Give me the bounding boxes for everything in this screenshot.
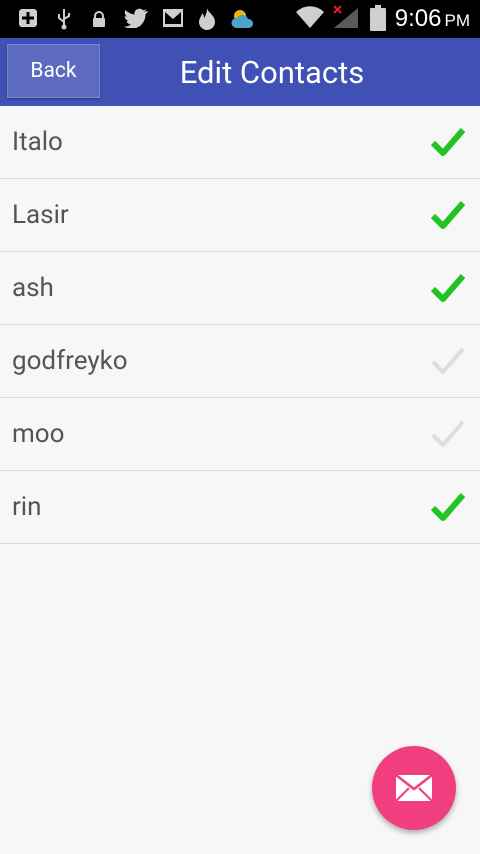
clock-ampm: PM <box>444 11 471 30</box>
contact-name: Italo <box>12 127 63 157</box>
usb-icon <box>58 9 70 30</box>
list-item[interactable]: ash <box>0 252 480 325</box>
contact-name: rin <box>12 492 42 522</box>
battery-icon <box>370 5 386 31</box>
plus-square-icon <box>19 9 37 27</box>
check-icon[interactable] <box>430 345 466 377</box>
list-item[interactable]: moo <box>0 398 480 471</box>
check-icon[interactable] <box>430 272 466 304</box>
list-item[interactable]: godfreyko <box>0 325 480 398</box>
check-icon[interactable] <box>430 126 466 158</box>
list-item[interactable]: Lasir <box>0 179 480 252</box>
mail-icon <box>163 9 183 27</box>
weather-icon <box>231 10 254 28</box>
back-button[interactable]: Back <box>7 44 100 98</box>
check-icon[interactable] <box>430 199 466 231</box>
twitter-icon <box>124 8 148 28</box>
clock-time: 9:06 <box>394 5 442 32</box>
lock-icon <box>93 11 105 27</box>
contact-name: ash <box>12 273 54 303</box>
check-icon[interactable] <box>430 491 466 523</box>
check-icon[interactable] <box>430 418 466 450</box>
signal-icon <box>333 5 358 28</box>
envelope-icon <box>395 774 433 802</box>
app-bar: Edit Contacts Back <box>0 38 480 106</box>
contact-name: godfreyko <box>12 346 128 376</box>
compose-fab-button[interactable] <box>372 746 456 830</box>
clock: 9:06 PM <box>395 5 470 33</box>
contact-name: moo <box>12 419 65 449</box>
contact-list: Italo Lasir ash godfreyko moo rin <box>0 106 480 544</box>
list-item[interactable]: Italo <box>0 106 480 179</box>
wifi-icon <box>296 6 324 29</box>
flame-icon <box>199 8 215 30</box>
list-item[interactable]: rin <box>0 471 480 544</box>
contact-name: Lasir <box>12 200 69 230</box>
status-bar: 9:06 PM <box>0 0 480 38</box>
